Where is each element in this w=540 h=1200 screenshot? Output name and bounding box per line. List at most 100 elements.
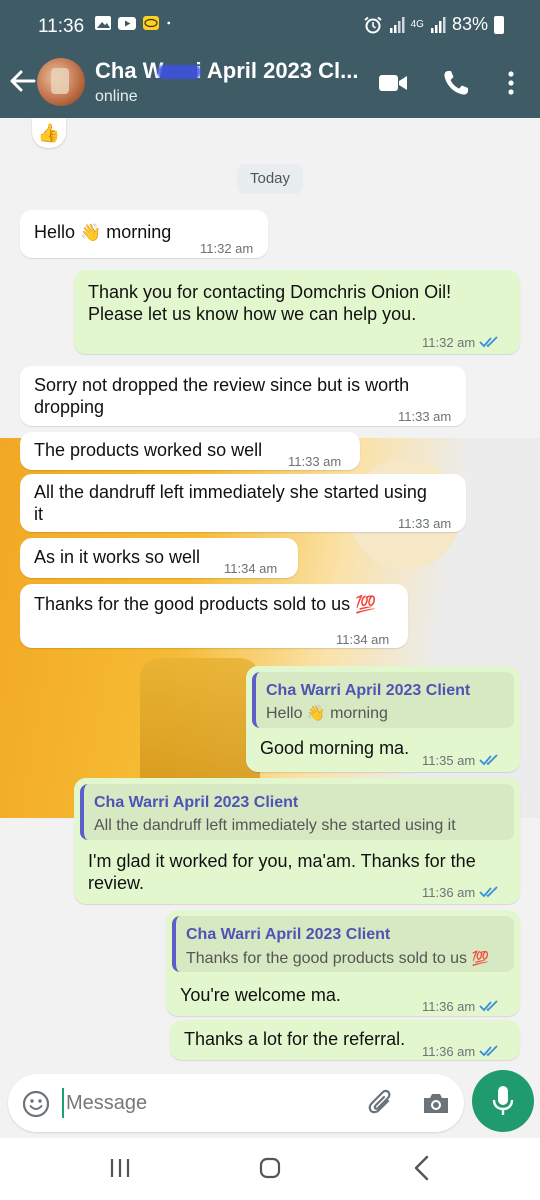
home-icon[interactable] [258, 1156, 282, 1180]
waving-hand-emoji: 👋 [306, 705, 326, 722]
quoted-text-part: Hello [266, 705, 303, 722]
message-time: 11:36 am [422, 882, 499, 904]
quoted-text: Hello 👋 morning [266, 703, 388, 725]
chat-wallpaper-bottle [140, 658, 260, 798]
outgoing-message[interactable]: Thank you for contacting Domchris Onion … [74, 270, 520, 354]
message-text: You're welcome ma. [180, 985, 341, 1005]
quoted-text: Thanks for the good products sold to us … [186, 947, 489, 970]
message-line: review. [88, 873, 145, 893]
outgoing-reply-message[interactable]: Cha Warri April 2023 Client Hello 👋 morn… [246, 666, 520, 772]
read-ticks-icon [479, 336, 498, 348]
contact-name-start: Cha W [95, 58, 164, 83]
quoted-message[interactable]: Cha Warri April 2023 Client Hello 👋 morn… [252, 672, 514, 728]
message-time-text: 11:36 am [422, 885, 476, 900]
contact-avatar[interactable] [37, 58, 85, 106]
attach-icon[interactable] [366, 1088, 396, 1118]
more-options-icon[interactable] [504, 69, 518, 97]
outgoing-message[interactable]: Thanks a lot for the referral. 11:36 am [170, 1020, 520, 1060]
message-composer [0, 1068, 540, 1138]
message-line: I'm glad it worked for you, ma'am. Thank… [88, 851, 476, 871]
app-bar: Cha W i April 2023 Cl... online [0, 52, 540, 118]
read-ticks-icon [479, 886, 498, 898]
waving-hand-emoji: 👋 [80, 223, 102, 242]
camera-icon[interactable] [422, 1091, 450, 1115]
status-bar: 11:36 4G 83% [0, 0, 540, 52]
status-time: 11:36 [38, 16, 85, 37]
message-text: As in it works so well [34, 547, 201, 567]
quoted-sender: Cha Warri April 2023 Client [94, 794, 299, 811]
incoming-message[interactable]: Sorry not dropped the review since but i… [20, 366, 466, 426]
message-line: Sorry not dropped the review since but i… [34, 375, 410, 395]
message-text: Thanks a lot for the referral. [184, 1029, 406, 1049]
battery-icon [494, 15, 504, 34]
outgoing-reply-message[interactable]: Cha Warri April 2023 Client Thanks for t… [166, 910, 520, 1016]
message-text: The products worked so well [34, 440, 263, 460]
message-time-text: 11:36 am [422, 999, 476, 1014]
emoji-icon[interactable] [22, 1090, 50, 1118]
message-time-text: 11:35 am [422, 753, 476, 768]
message-line: it [34, 504, 43, 524]
signal-icon [389, 16, 405, 33]
message-line: dropping [34, 397, 105, 417]
message-text: Hello 👋 morning [34, 221, 171, 244]
message-text-part: Hello [34, 222, 76, 242]
recent-apps-icon[interactable] [108, 1156, 132, 1180]
header: 11:36 4G 83% Cha W i April 2023 Cl... onl… [0, 0, 540, 118]
message-input[interactable] [62, 1088, 352, 1118]
alarm-icon [363, 16, 382, 33]
quoted-text: All the dandruff left immediately she st… [94, 817, 456, 834]
voice-record-button[interactable] [472, 1070, 534, 1132]
incoming-message[interactable]: As in it works so well 11:34 am [20, 538, 298, 578]
contact-name-end: i April 2023 Cl... [195, 58, 359, 83]
incoming-message[interactable]: Thanks for the good products sold to us … [20, 584, 408, 648]
battery-percent: 83% [451, 14, 488, 34]
message-line: Thank you for contacting Domchris Onion … [88, 282, 452, 302]
message-time-text: 11:36 am [422, 1044, 476, 1059]
message-time: 11:36 am [422, 996, 499, 1018]
incoming-message[interactable]: All the dandruff left immediately she st… [20, 474, 466, 532]
back-arrow-icon[interactable] [8, 66, 36, 96]
message-text-part: morning [106, 222, 172, 242]
signal-icon-2 [430, 16, 446, 33]
message-time: 11:36 am [422, 1041, 499, 1063]
message-time: 11:34 am [336, 632, 390, 647]
message-time: 11:34 am [224, 561, 278, 576]
status-right-icons: 4G 83% [363, 14, 504, 35]
message-line: All the dandruff left immediately she st… [34, 482, 427, 502]
chat-area[interactable]: 👍 Today Hello 👋 morning 11:32 am Thank y… [0, 118, 540, 1068]
message-time: 11:32 am [422, 332, 499, 354]
status-notification-icons [94, 14, 176, 32]
date-chip: Today [237, 164, 303, 194]
contact-name[interactable]: Cha W i April 2023 Cl... [95, 58, 358, 84]
message-text: Thank you for contacting Domchris Onion … [88, 281, 451, 325]
youtube-notification-icon [118, 17, 136, 30]
message-text: Good morning ma. [260, 738, 410, 758]
incoming-message[interactable]: Hello 👋 morning 11:32 am [20, 210, 268, 258]
message-text: I'm glad it worked for you, ma'am. Thank… [88, 850, 476, 894]
video-call-icon[interactable] [378, 72, 408, 94]
quoted-message[interactable]: Cha Warri April 2023 Client All the dand… [80, 784, 514, 840]
message-time: 11:33 am [288, 454, 342, 469]
message-text: Sorry not dropped the review since but i… [34, 374, 409, 418]
voice-call-icon[interactable] [442, 69, 470, 97]
mic-icon [492, 1086, 514, 1115]
message-text-part: Thanks for the good products sold to us [34, 594, 351, 614]
thumbs-up-reaction[interactable]: 👍 [32, 118, 66, 148]
carrier-notification-icon [143, 16, 159, 30]
message-text: Thanks for the good products sold to us … [34, 593, 376, 616]
message-text: All the dandruff left immediately she st… [34, 481, 427, 525]
gallery-notification-icon [95, 16, 111, 30]
nav-back-icon[interactable] [412, 1154, 430, 1182]
incoming-message[interactable]: The products worked so well 11:33 am [20, 432, 360, 470]
message-time: 11:32 am [200, 241, 254, 256]
dot-notification-icon [167, 21, 171, 25]
message-input-container[interactable] [8, 1074, 464, 1132]
hundred-points-emoji: 💯 [471, 950, 489, 966]
message-time: 11:35 am [422, 750, 499, 772]
read-ticks-icon [479, 1000, 498, 1012]
read-ticks-icon [479, 1045, 498, 1057]
quoted-sender: Cha Warri April 2023 Client [266, 682, 471, 699]
message-time: 11:33 am [398, 516, 452, 531]
outgoing-reply-message[interactable]: Cha Warri April 2023 Client All the dand… [74, 778, 520, 904]
quoted-message[interactable]: Cha Warri April 2023 Client Thanks for t… [172, 916, 514, 972]
